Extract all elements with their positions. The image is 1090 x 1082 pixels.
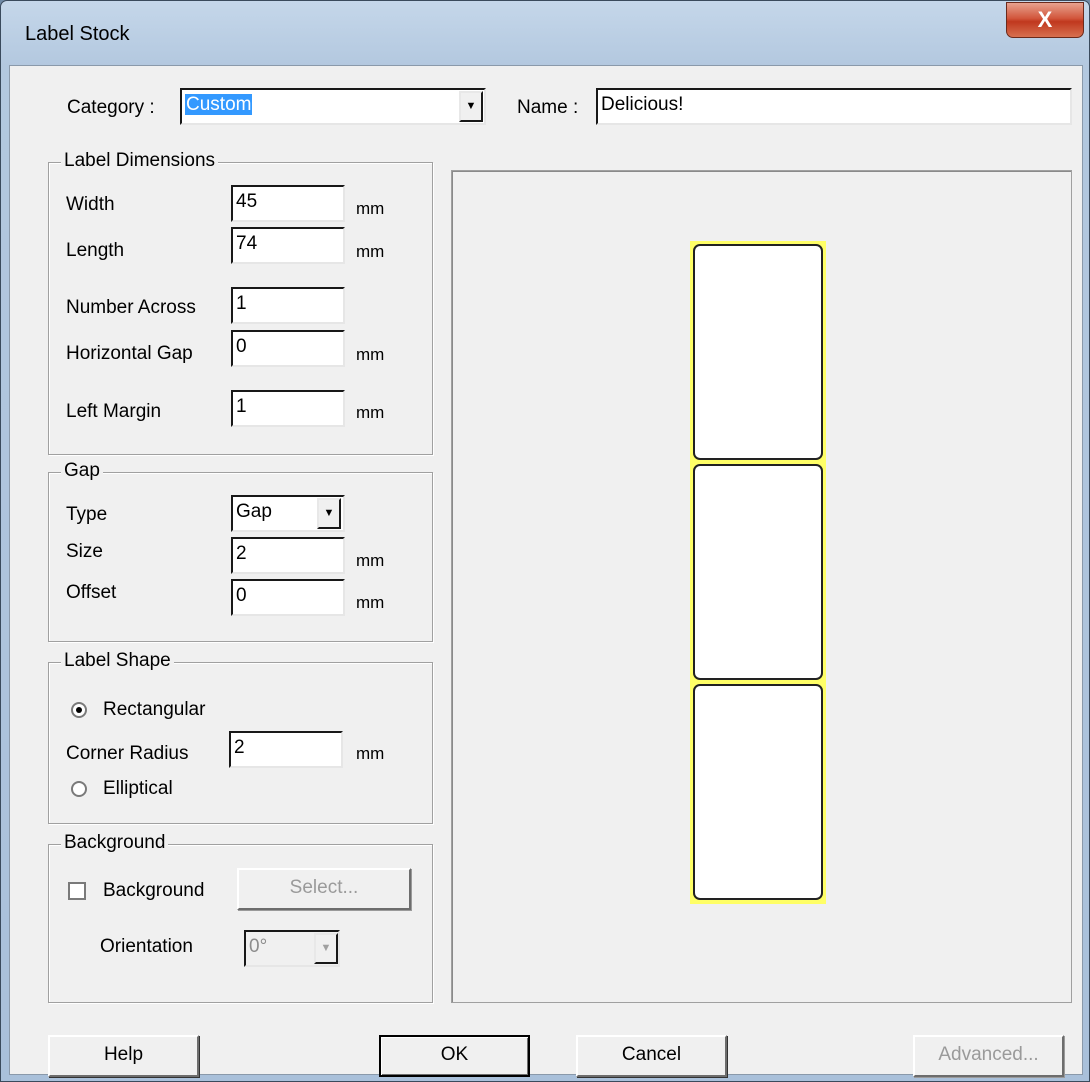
select-background-button[interactable]: Select... [237, 868, 411, 910]
left-margin-input[interactable]: 1 [231, 390, 345, 427]
radio-selected-dot [76, 707, 82, 713]
preview-label-3 [693, 684, 823, 900]
dialog-client-area: Category : Custom ▼ Name : Delicious! La… [9, 65, 1083, 1077]
left-margin-label: Left Margin [66, 401, 162, 422]
gap-offset-input[interactable]: 0 [231, 579, 345, 616]
gap-size-input[interactable]: 2 [231, 537, 345, 574]
number-across-label: Number Across [66, 297, 196, 318]
gap-offset-unit: mm [356, 593, 385, 612]
title-bar[interactable]: Label Stock X [1, 1, 1090, 71]
gap-size-unit: mm [356, 551, 385, 570]
horizontal-gap-input[interactable]: 0 [231, 330, 345, 367]
corner-radius-unit: mm [356, 744, 385, 763]
corner-radius-label: Corner Radius [66, 743, 189, 764]
width-input[interactable]: 45 [231, 185, 345, 222]
left-margin-unit: mm [356, 403, 385, 422]
horizontal-gap-label: Horizontal Gap [66, 343, 193, 364]
label-shape-group: Label Shape Rectangular Corner Radius 2 … [48, 650, 433, 824]
orientation-label: Orientation [100, 936, 193, 957]
ok-button[interactable]: OK [379, 1035, 530, 1077]
category-value: Custom [185, 94, 253, 115]
width-label: Width [66, 194, 115, 215]
help-button[interactable]: Help [48, 1035, 199, 1077]
advanced-button[interactable]: Advanced... [913, 1035, 1064, 1077]
category-dropdown-arrow-icon[interactable]: ▼ [459, 91, 483, 122]
category-dropdown[interactable]: Custom [180, 88, 486, 125]
orientation-dropdown-arrow-icon[interactable]: ▼ [314, 933, 338, 964]
background-title: Background [61, 832, 169, 854]
label-dimensions-title: Label Dimensions [61, 150, 219, 172]
gap-title: Gap [61, 460, 103, 482]
preview-label-2 [693, 464, 823, 680]
category-label: Category : [67, 97, 155, 118]
close-button[interactable]: X [1006, 2, 1084, 38]
background-checkbox-label: Background [103, 880, 205, 901]
name-input[interactable]: Delicious! [596, 88, 1072, 125]
gap-type-label: Type [66, 504, 108, 525]
rectangular-label: Rectangular [103, 699, 206, 720]
gap-type-dropdown-arrow-icon[interactable]: ▼ [317, 498, 341, 529]
label-preview-panel [451, 170, 1072, 1003]
elliptical-label: Elliptical [103, 778, 173, 799]
label-shape-title: Label Shape [61, 650, 174, 672]
gap-group: Gap Type Gap ▼ Size 2 mm Offset 0 mm [48, 460, 433, 642]
length-unit: mm [356, 242, 385, 261]
elliptical-radio[interactable] [71, 781, 87, 797]
rectangular-radio[interactable] [71, 702, 87, 718]
background-group: Background Background Select... Orientat… [48, 832, 433, 1003]
number-across-input[interactable]: 1 [231, 287, 345, 324]
gap-offset-label: Offset [66, 582, 117, 603]
length-label: Length [66, 240, 125, 261]
width-unit: mm [356, 199, 385, 218]
background-checkbox[interactable] [68, 882, 86, 900]
preview-label-1 [693, 244, 823, 460]
window-title: Label Stock [25, 23, 130, 45]
name-label: Name : [517, 97, 579, 118]
length-input[interactable]: 74 [231, 227, 345, 264]
dialog-window: Label Stock X Category : Custom ▼ Name :… [0, 0, 1090, 1082]
corner-radius-input[interactable]: 2 [229, 731, 343, 768]
gap-size-label: Size [66, 541, 103, 562]
horizontal-gap-unit: mm [356, 345, 385, 364]
cancel-button[interactable]: Cancel [576, 1035, 727, 1077]
label-dimensions-group: Label Dimensions Width 45 mm Length 74 m… [48, 150, 433, 455]
